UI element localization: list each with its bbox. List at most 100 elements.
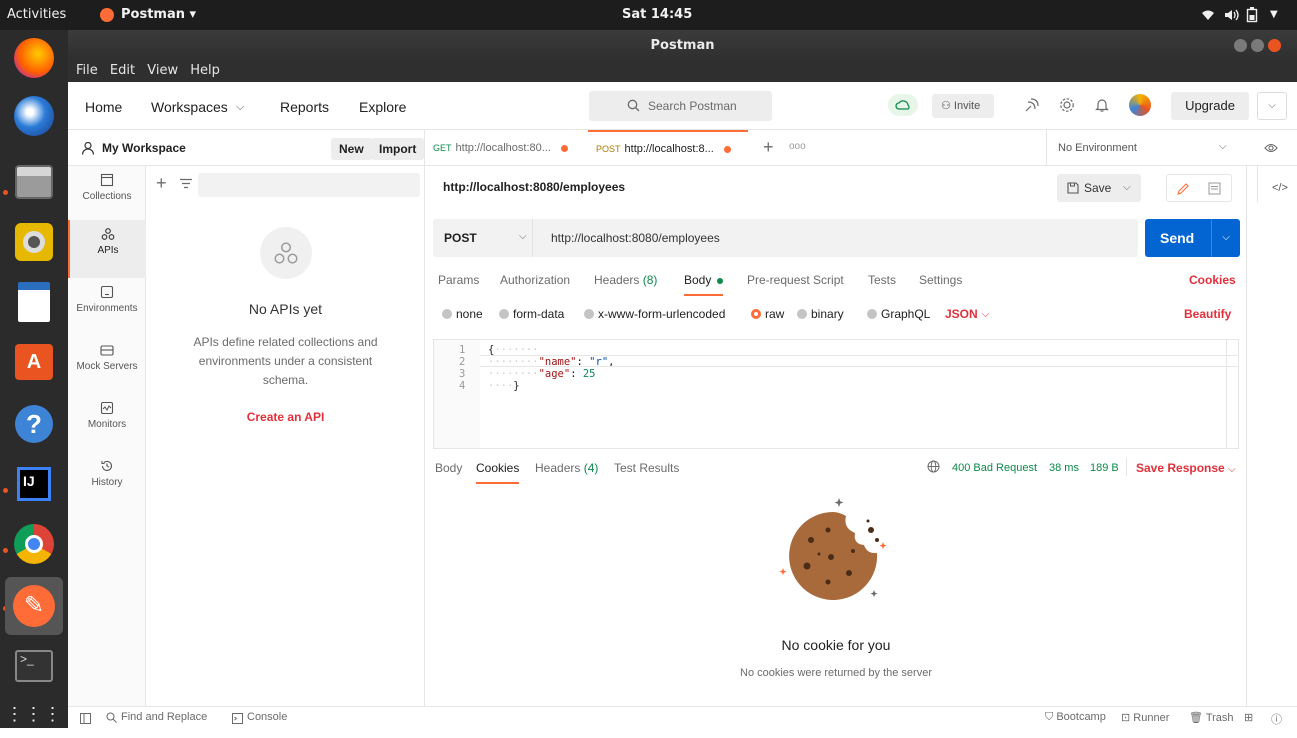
notifications-bell-icon[interactable] bbox=[1095, 97, 1109, 113]
thunderbird-icon[interactable] bbox=[10, 92, 58, 140]
response-size[interactable]: 189 B bbox=[1090, 462, 1119, 474]
invite-button[interactable]: ⚇ Invite bbox=[932, 94, 994, 118]
body-type-graphql[interactable]: GraphQL bbox=[867, 307, 930, 321]
environment-quick-look-eye-icon[interactable] bbox=[1264, 142, 1278, 154]
firefox-icon[interactable] bbox=[10, 34, 58, 82]
body-type-raw[interactable]: raw bbox=[751, 307, 784, 321]
nav-explore[interactable]: Explore bbox=[359, 99, 406, 115]
body-type-none[interactable]: none bbox=[442, 307, 483, 321]
send-chevron-icon[interactable]: ⌵ bbox=[1211, 219, 1240, 257]
system-menu-chevron-icon[interactable]: ▼ bbox=[1270, 9, 1278, 20]
help-icon[interactable]: ? bbox=[10, 400, 58, 448]
satellite-icon[interactable] bbox=[1023, 98, 1039, 114]
sync-status-icon[interactable] bbox=[888, 94, 918, 116]
nav-workspaces[interactable]: Workspaces bbox=[151, 99, 228, 115]
tab-tests[interactable]: Tests bbox=[868, 273, 896, 287]
create-api-link[interactable]: Create an API bbox=[146, 410, 425, 424]
new-button[interactable]: New bbox=[331, 138, 372, 160]
show-applications-icon[interactable]: ⋮⋮⋮ bbox=[6, 690, 62, 738]
sidebar-item-monitors[interactable]: Monitors bbox=[68, 394, 146, 452]
beautify-link[interactable]: Beautify bbox=[1184, 307, 1231, 321]
libreoffice-writer-icon[interactable] bbox=[10, 278, 58, 326]
send-button[interactable]: Send ⌵ bbox=[1145, 219, 1240, 257]
upgrade-button[interactable]: Upgrade bbox=[1171, 92, 1249, 120]
filter-input[interactable] bbox=[198, 173, 420, 197]
import-button[interactable]: Import bbox=[371, 138, 425, 160]
request-title[interactable]: http://localhost:8080/employees bbox=[443, 180, 625, 194]
settings-gear-icon[interactable] bbox=[1059, 97, 1075, 113]
terminal-icon[interactable]: >_ bbox=[10, 642, 58, 690]
add-api-plus-icon[interactable]: + bbox=[156, 174, 167, 192]
body-type-form-data[interactable]: form-data bbox=[499, 307, 564, 321]
body-type-urlencoded[interactable]: x-www-form-urlencoded bbox=[584, 307, 725, 321]
comments-icon[interactable] bbox=[1208, 182, 1221, 195]
runner-button[interactable]: ⊡ Runner bbox=[1121, 711, 1169, 724]
url-input[interactable]: http://localhost:8080/employees bbox=[551, 231, 720, 245]
nav-home[interactable]: Home bbox=[85, 99, 122, 115]
response-tab-body[interactable]: Body bbox=[435, 461, 462, 475]
files-icon[interactable] bbox=[10, 158, 58, 206]
help-circle-icon[interactable]: ⓘ bbox=[1271, 711, 1282, 727]
workspace-name[interactable]: My Workspace bbox=[102, 141, 186, 155]
search-input[interactable]: Search Postman bbox=[589, 91, 772, 121]
battery-icon[interactable] bbox=[1246, 7, 1258, 23]
method-select[interactable]: POST ⌵ bbox=[433, 219, 533, 257]
tab-headers[interactable]: Headers (8) bbox=[594, 273, 657, 287]
bootcamp-button[interactable]: ⛉ Bootcamp bbox=[1045, 711, 1106, 724]
activities-button[interactable]: Activities bbox=[7, 7, 66, 22]
cookies-link[interactable]: Cookies bbox=[1189, 273, 1236, 287]
upgrade-chevron-icon[interactable]: ⌵ bbox=[1257, 92, 1287, 120]
menu-edit[interactable]: Edit bbox=[110, 63, 135, 78]
environment-select[interactable]: No Environment ⌵ bbox=[1046, 130, 1246, 166]
window-titlebar[interactable]: Postman bbox=[68, 30, 1297, 60]
edit-pencil-icon[interactable] bbox=[1176, 182, 1190, 196]
save-chevron-icon[interactable]: ⌵ bbox=[1123, 182, 1131, 193]
response-tab-test-results[interactable]: Test Results bbox=[614, 461, 679, 475]
editor-scrollbar[interactable] bbox=[1226, 340, 1238, 448]
intellij-idea-icon[interactable]: IJ bbox=[10, 460, 58, 508]
body-code-editor[interactable]: 1234 {······· ········"name": "r", ·····… bbox=[433, 339, 1239, 449]
more-tabs-icon[interactable]: ooo bbox=[789, 141, 806, 152]
menu-file[interactable]: File bbox=[76, 63, 98, 78]
sidebar-item-environments[interactable]: Environments bbox=[68, 278, 146, 336]
volume-icon[interactable] bbox=[1224, 8, 1240, 22]
response-time[interactable]: 38 ms bbox=[1049, 462, 1079, 474]
tab-post-request[interactable]: POST http://localhost:8... bbox=[588, 130, 748, 166]
tab-params[interactable]: Params bbox=[438, 273, 479, 287]
clock[interactable]: Sat 14:45 bbox=[622, 7, 692, 22]
language-select[interactable]: JSON ⌵ bbox=[945, 307, 989, 321]
two-pane-view-icon[interactable]: ⊞ bbox=[1244, 711, 1253, 724]
menu-view[interactable]: View bbox=[147, 63, 178, 78]
globe-icon[interactable] bbox=[927, 460, 940, 473]
trash-button[interactable]: 🗑 Trash bbox=[1189, 711, 1234, 724]
close-icon[interactable] bbox=[1268, 39, 1281, 52]
body-type-binary[interactable]: binary bbox=[797, 307, 844, 321]
console-button[interactable]: Console bbox=[247, 711, 287, 723]
response-status[interactable]: 400 Bad Request bbox=[952, 462, 1037, 474]
save-response-button[interactable]: Save Response ⌵ bbox=[1136, 461, 1236, 475]
postman-dock-icon[interactable]: ✎ bbox=[5, 577, 63, 635]
maximize-icon[interactable] bbox=[1251, 39, 1264, 52]
sidebar-item-apis[interactable]: APIs bbox=[68, 220, 146, 278]
app-menu[interactable]: Postman ▾ bbox=[121, 7, 196, 22]
sidebar-item-history[interactable]: History bbox=[68, 452, 146, 510]
sidebar-item-collections[interactable]: Collections bbox=[68, 166, 146, 224]
response-tab-cookies[interactable]: Cookies bbox=[476, 461, 520, 484]
tab-settings[interactable]: Settings bbox=[919, 273, 962, 287]
chrome-icon[interactable] bbox=[10, 520, 58, 568]
rhythmbox-icon[interactable] bbox=[10, 218, 58, 266]
code-snippet-icon[interactable]: </> bbox=[1257, 166, 1297, 202]
avatar[interactable] bbox=[1129, 94, 1151, 116]
save-button[interactable]: Save ⌵ bbox=[1057, 174, 1141, 202]
filter-icon[interactable] bbox=[179, 178, 193, 190]
response-tab-headers[interactable]: Headers (4) bbox=[535, 461, 598, 475]
minimize-icon[interactable] bbox=[1234, 39, 1247, 52]
tab-pre-request-script[interactable]: Pre-request Script bbox=[747, 273, 844, 287]
software-center-icon[interactable]: A bbox=[10, 338, 58, 386]
find-replace-button[interactable]: Find and Replace bbox=[121, 711, 207, 723]
sidebar-item-mock-servers[interactable]: Mock Servers bbox=[68, 336, 146, 394]
tab-get-request[interactable]: GET http://localhost:80... bbox=[425, 130, 583, 166]
nav-reports[interactable]: Reports bbox=[280, 99, 329, 115]
new-tab-plus-icon[interactable]: + bbox=[763, 137, 774, 158]
menu-help[interactable]: Help bbox=[190, 63, 220, 78]
